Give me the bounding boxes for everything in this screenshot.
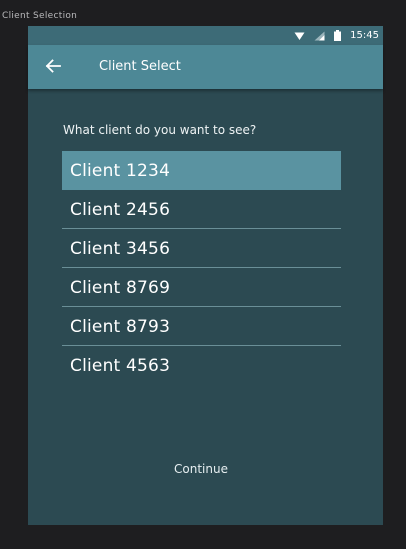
status-icons: 15:45: [294, 29, 379, 42]
client-list-item-selected[interactable]: Client 1234: [62, 151, 341, 190]
status-bar: 15:45: [28, 26, 383, 45]
client-list-item[interactable]: Client 8769: [62, 268, 341, 307]
app-bar-title: Client Select: [99, 59, 181, 74]
wifi-icon: [294, 26, 305, 45]
client-label: Client 1234: [70, 161, 171, 181]
client-list-item[interactable]: Client 2456: [62, 190, 341, 229]
client-list-item[interactable]: Client 4563: [62, 346, 341, 384]
client-label: Client 3456: [70, 239, 171, 259]
status-time: 15:45: [350, 30, 379, 41]
battery-icon: [334, 26, 342, 45]
client-label: Client 8793: [70, 317, 171, 337]
client-label: Client 8769: [70, 278, 171, 298]
client-list: Client 1234 Client 2456 Client 3456 Clie…: [62, 151, 341, 384]
client-prompt: What client do you want to see?: [63, 123, 257, 137]
client-list-item[interactable]: Client 8793: [62, 307, 341, 346]
signal-icon: [314, 26, 325, 45]
continue-button[interactable]: Continue: [150, 456, 252, 482]
app-window: Client Selection 15:45 Client Select Wha…: [0, 0, 406, 549]
phone-screen: 15:45 Client Select What client do you w…: [28, 26, 383, 525]
app-bar: Client Select: [28, 45, 383, 89]
client-label: Client 2456: [70, 200, 171, 220]
arrow-left-icon: [45, 58, 61, 77]
window-title: Client Selection: [2, 11, 78, 21]
back-button[interactable]: [40, 55, 66, 79]
client-list-item[interactable]: Client 3456: [62, 229, 341, 268]
client-label: Client 4563: [70, 356, 171, 376]
